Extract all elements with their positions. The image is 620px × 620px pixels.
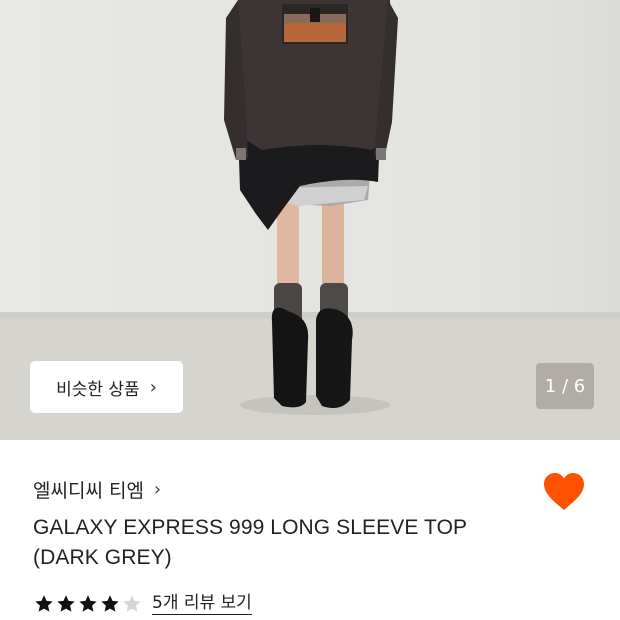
star-rating bbox=[34, 594, 142, 614]
view-reviews-link[interactable]: 5개 리뷰 보기 bbox=[152, 593, 252, 615]
product-title-line-2: (DARK GREY) bbox=[33, 546, 172, 569]
similar-products-label: 비슷한 상품 bbox=[56, 379, 140, 400]
star-icon bbox=[101, 595, 119, 612]
star-icon bbox=[79, 595, 97, 612]
brand-link[interactable]: 엘씨디씨 티엠 › bbox=[33, 474, 161, 504]
brand-name: 엘씨디씨 티엠 bbox=[33, 479, 144, 502]
heart-icon[interactable] bbox=[543, 472, 585, 512]
rating-row: 5개 리뷰 보기 bbox=[34, 591, 252, 617]
image-page-counter-text: 1 / 6 bbox=[544, 375, 586, 397]
product-title: GALAXY EXPRESS 999 LONG SLEEVE TOP (DARK… bbox=[33, 513, 533, 573]
product-title-line-1: GALAXY EXPRESS 999 LONG SLEEVE TOP bbox=[33, 516, 468, 539]
similar-products-button[interactable]: 비슷한 상품 › bbox=[30, 361, 183, 413]
star-icon bbox=[35, 595, 53, 612]
star-icon bbox=[57, 595, 75, 612]
star-icon bbox=[123, 595, 141, 612]
image-page-counter: 1 / 6 bbox=[536, 363, 594, 409]
product-image-gallery[interactable]: 비슷한 상품 › 1 / 6 bbox=[0, 0, 620, 440]
chevron-right-icon: › bbox=[153, 478, 162, 500]
chevron-right-icon: › bbox=[149, 376, 157, 398]
